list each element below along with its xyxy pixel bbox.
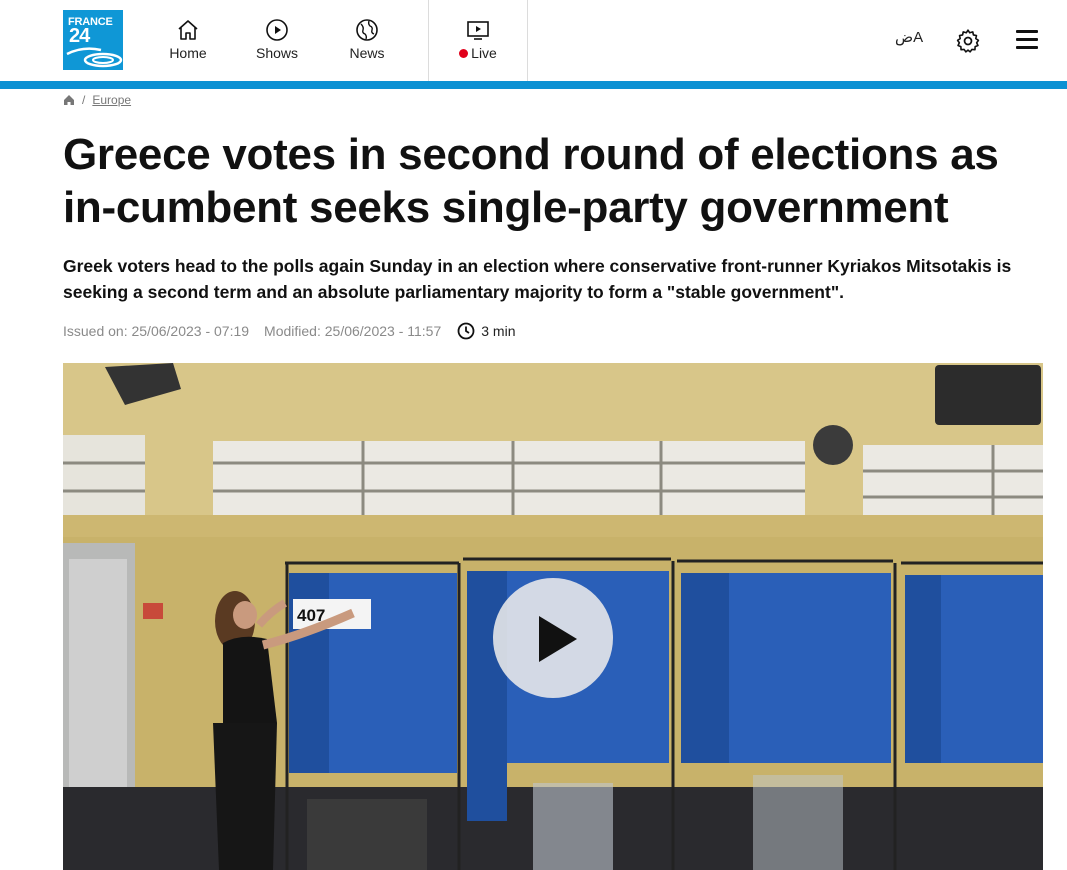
nav-home[interactable]: Home: [163, 18, 213, 68]
nav-news[interactable]: News: [342, 18, 392, 68]
nav-news-label: News: [349, 45, 385, 61]
article-meta: Issued on: 25/06/2023 - 07:19 Modified: …: [63, 322, 515, 340]
issued-date: Issued on: 25/06/2023 - 07:19: [63, 323, 250, 339]
logo-text-24: 24: [69, 25, 90, 47]
nav-live-label: Live: [471, 45, 497, 61]
nav-shows-label: Shows: [255, 45, 299, 61]
modified-date: Modified: 25/06/2023 - 11:57: [264, 323, 442, 339]
video-play-button[interactable]: [493, 578, 613, 698]
nav-home-label: Home: [169, 45, 207, 61]
nav-live[interactable]: Live: [429, 18, 527, 68]
nav-shows[interactable]: Shows: [252, 18, 302, 68]
read-time: 3 min: [457, 322, 515, 340]
nav-divider-right: [527, 0, 528, 81]
breadcrumb-home-icon[interactable]: [63, 94, 75, 106]
france24-logo[interactable]: FRANCE 24: [63, 10, 123, 70]
breadcrumb: / Europe: [63, 93, 131, 107]
play-icon: [539, 616, 577, 662]
header-accent-bar: [0, 81, 1067, 89]
tv-icon: [467, 21, 489, 40]
home-icon: [178, 20, 198, 40]
breadcrumb-separator: /: [82, 93, 86, 107]
language-icon[interactable]: ضA: [895, 28, 925, 54]
article-lead: Greek voters head to the polls again Sun…: [63, 256, 1012, 302]
play-circle-icon: [266, 19, 288, 41]
live-indicator-dot: [459, 49, 469, 58]
article-video[interactable]: 407: [63, 363, 1043, 870]
article-title: Greece votes in second round of election…: [63, 130, 999, 232]
clock-icon: [457, 322, 475, 340]
globe-icon: [356, 19, 378, 41]
read-time-label: 3 min: [481, 323, 516, 339]
breadcrumb-section-link[interactable]: Europe: [92, 93, 131, 107]
site-header: FRANCE 24 Home Shows News Live ضA: [0, 0, 1067, 81]
menu-icon[interactable]: [1016, 30, 1038, 50]
gear-icon[interactable]: [955, 28, 981, 54]
